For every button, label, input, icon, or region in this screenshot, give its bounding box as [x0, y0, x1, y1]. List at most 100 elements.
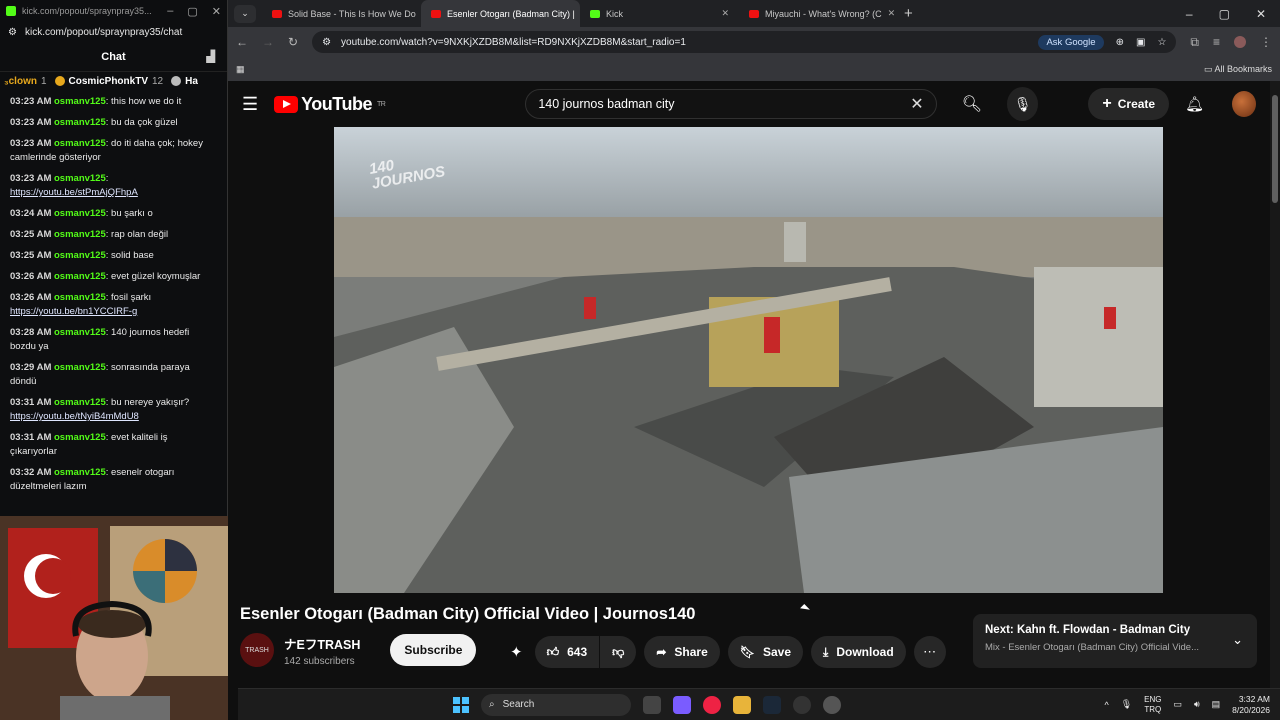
more-icon: ⋯	[923, 644, 937, 659]
gifter-entry[interactable]: ₃clown 1	[4, 76, 47, 87]
page-scrollbar[interactable]	[1270, 81, 1280, 720]
youtube-favicon-icon	[749, 9, 759, 18]
clock[interactable]: 3:32 AM 8/20/2026	[1232, 694, 1270, 716]
create-button[interactable]: + Create	[1088, 88, 1170, 120]
more-actions-button[interactable]: ⋯	[913, 636, 946, 668]
share-button[interactable]: ➦ Share	[644, 636, 720, 668]
copilot-icon[interactable]	[673, 695, 691, 714]
ask-google-button[interactable]: Ask Google	[1038, 34, 1104, 50]
extensions-icon[interactable]: ⧉	[1190, 35, 1199, 50]
task-view-icon[interactable]	[643, 695, 661, 714]
app-icon[interactable]	[793, 695, 811, 714]
message-username[interactable]: osmanv125	[54, 250, 106, 261]
message-username[interactable]: osmanv125	[54, 362, 106, 373]
close-icon[interactable]: ✕	[1256, 7, 1266, 21]
close-icon[interactable]: ✕	[212, 5, 221, 18]
ai-sparkle-icon[interactable]: ✦	[510, 643, 523, 661]
cast-icon[interactable]: ▣	[1136, 37, 1145, 48]
message-link[interactable]: https://youtu.be/tNyiB4mMdU8	[10, 411, 139, 422]
volume-icon[interactable]: 🔊︎	[1194, 699, 1200, 710]
reload-icon[interactable]: ↻	[288, 35, 298, 49]
site-info-icon[interactable]: ⚙	[322, 37, 331, 48]
message-username[interactable]: osmanv125	[54, 208, 106, 219]
start-button[interactable]	[453, 696, 469, 713]
browser-tab[interactable]: Solid Base - This Is How We Do✕	[262, 0, 421, 27]
message-username[interactable]: osmanv125	[54, 96, 106, 107]
account-avatar[interactable]	[1232, 91, 1256, 117]
message-username[interactable]: osmanv125	[54, 173, 106, 184]
subscriber-count: 142 subscribers	[284, 655, 355, 667]
search-button[interactable]: 🔍︎	[953, 89, 992, 119]
chat-message: 03:23 AM osmanv125: bu da çok güzel	[10, 117, 178, 128]
zoom-icon[interactable]: ⊕	[1116, 37, 1124, 48]
tab-search-button[interactable]: ⌄	[234, 4, 256, 23]
close-tab-icon[interactable]: ✕	[888, 8, 896, 19]
message-time: 03:31 AM	[10, 397, 52, 408]
chrome-icon[interactable]	[703, 695, 721, 714]
site-info-icon[interactable]: ⚙	[8, 27, 17, 38]
message-link[interactable]: https://youtu.be/stPmAjQFhpA	[10, 187, 138, 198]
back-icon[interactable]: ←	[236, 35, 248, 49]
menu-icon[interactable]: ⋮	[1260, 35, 1272, 49]
channel-name[interactable]: ナEフTRASH	[284, 634, 360, 653]
message-username[interactable]: osmanv125	[54, 292, 106, 303]
scrollbar-thumb[interactable]	[1272, 95, 1278, 203]
taskbar-search[interactable]: ⌕ Search	[481, 693, 631, 716]
bookmark-star-icon[interactable]: ☆	[1157, 37, 1166, 48]
apps-icon[interactable]: ▦	[236, 64, 245, 75]
message-username[interactable]: osmanv125	[54, 397, 106, 408]
guide-menu-icon[interactable]: ☰	[242, 94, 258, 115]
notifications-icon[interactable]: 🔔︎	[1185, 95, 1204, 113]
message-username[interactable]: osmanv125	[54, 467, 106, 478]
browser-tab[interactable]: Kick ✕	[580, 0, 739, 27]
save-button[interactable]: 🔖︎ Save	[727, 636, 804, 668]
channel-avatar[interactable]: TRASH	[240, 633, 274, 667]
message-username[interactable]: osmanv125	[54, 229, 106, 240]
close-tab-icon[interactable]: ✕	[721, 8, 729, 19]
message-link[interactable]: https://youtu.be/bn1YCCIRF-g	[10, 306, 137, 317]
message-username[interactable]: osmanv125	[54, 327, 106, 338]
voice-search-button[interactable]: 🎙︎	[1007, 87, 1039, 121]
file-explorer-icon[interactable]	[733, 695, 751, 714]
leaderboard-icon[interactable]: ▟	[207, 50, 215, 63]
gifter-count: 12	[152, 75, 164, 87]
mic-tray-icon[interactable]: 🎙︎	[1121, 699, 1132, 710]
minimize-icon[interactable]: –	[1186, 7, 1193, 21]
browser-tab[interactable]: Esenler Otogarı (Badman City) |✕	[421, 0, 580, 27]
gifter-entry[interactable]: Ha	[171, 76, 202, 87]
address-bar[interactable]: ⚙ youtube.com/watch?v=9NXKjXZDB8M&list=R…	[312, 31, 1177, 53]
input-language[interactable]: ENG TRQ	[1144, 695, 1161, 715]
tray-overflow-icon[interactable]: ^	[1104, 700, 1108, 710]
all-bookmarks-button[interactable]: ▭ All Bookmarks	[1204, 64, 1272, 75]
gifter-entry[interactable]: CosmicPhonkTV 12	[54, 75, 164, 87]
download-button[interactable]: ⤓ Download	[811, 636, 906, 668]
taskbar: ⌕ Search ^ 🎙︎ ENG TRQ ▭ 🔊︎ ▤ 3:32 AM 8/20/2…	[238, 688, 1280, 720]
profile-icon[interactable]	[1234, 36, 1246, 48]
media-player-icon[interactable]	[823, 695, 841, 714]
media-icon[interactable]: ≡	[1213, 35, 1220, 49]
video-player[interactable]: 140 JOURNOS	[334, 127, 1163, 593]
dislike-button[interactable]: 👎︎	[600, 636, 637, 668]
display-icon[interactable]: ▭	[1173, 699, 1182, 710]
maximize-icon[interactable]: ▢	[1219, 7, 1230, 21]
message-username[interactable]: osmanv125	[54, 432, 106, 443]
search-input[interactable]: 140 journos badman city ✕	[525, 89, 937, 119]
next-up-card[interactable]: Next: Kahn ft. Flowdan - Badman City Mix…	[973, 614, 1257, 668]
message-username[interactable]: osmanv125	[54, 117, 106, 128]
message-username[interactable]: osmanv125	[54, 271, 106, 282]
youtube-logo[interactable]: YouTube TR	[274, 94, 386, 115]
chat-window-titlebar: kick.com/popout/spraynpray35... – ▢ ✕	[0, 0, 227, 22]
clear-search-icon[interactable]: ✕	[910, 94, 923, 114]
chat-url-bar[interactable]: ⚙ kick.com/popout/spraynpray35/chat	[0, 22, 227, 42]
minimize-icon[interactable]: –	[167, 5, 173, 18]
forward-icon[interactable]: →	[262, 35, 274, 49]
chevron-down-icon[interactable]: ⌄	[1232, 632, 1243, 648]
message-username[interactable]: osmanv125	[54, 138, 106, 149]
new-tab-button[interactable]: +	[904, 5, 913, 22]
subscribe-button[interactable]: Subscribe	[390, 634, 477, 666]
like-button[interactable]: 👍︎ 643	[534, 636, 600, 668]
steam-icon[interactable]	[763, 695, 781, 714]
browser-tab[interactable]: Miyauchi - What's Wrong? (C ✕	[739, 0, 898, 27]
maximize-icon[interactable]: ▢	[187, 5, 197, 18]
network-icon[interactable]: ▤	[1212, 699, 1221, 710]
